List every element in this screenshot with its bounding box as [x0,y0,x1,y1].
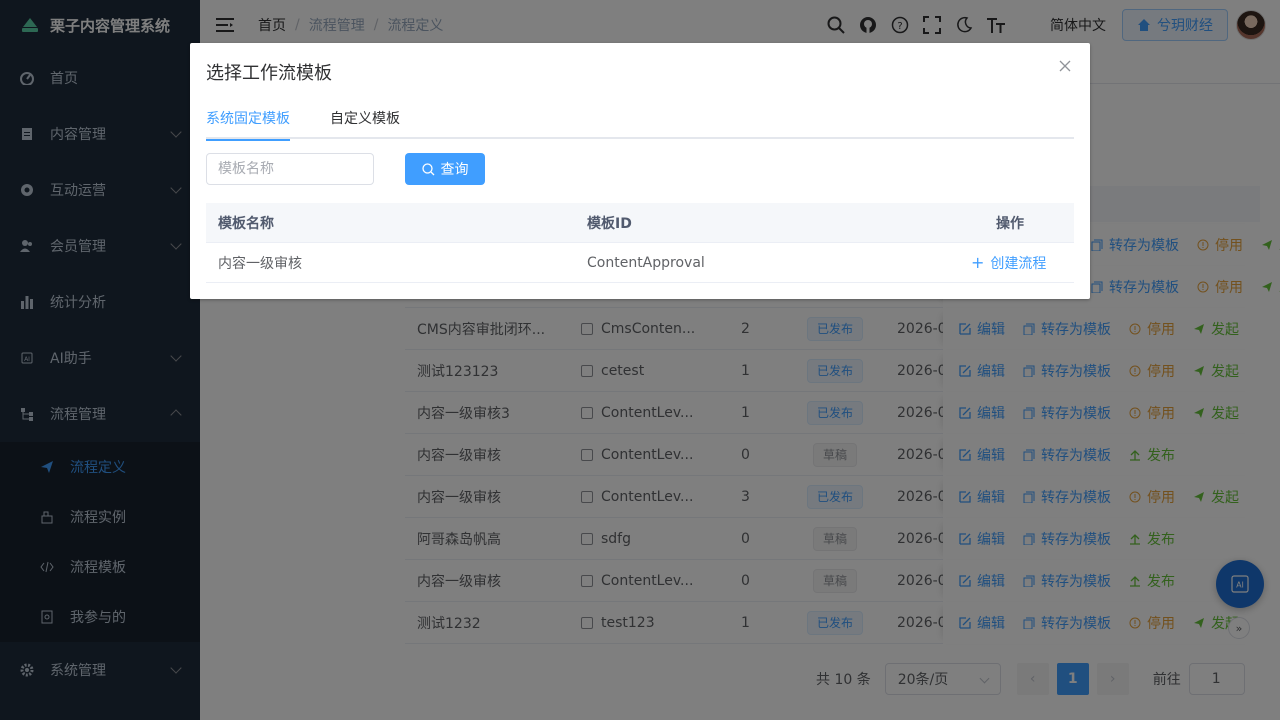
column-header-name: 模板名称 [218,215,274,232]
query-button[interactable]: 查询 [405,153,485,185]
dialog-title: 选择工作流模板 [206,63,332,84]
column-header-action: 操作 [996,215,1024,232]
column-header-id: 模板ID [587,215,632,232]
create-process-label: 创建流程 [990,255,1047,272]
create-process-button[interactable]: + 创建流程 [971,253,1046,273]
template-name-input[interactable] [206,153,374,185]
close-icon[interactable] [1058,59,1072,73]
tab-system-templates[interactable]: 系统固定模板 [206,107,290,141]
table-row: 内容一级审核 ContentApproval + 创建流程 [206,243,1074,283]
query-button-label: 查询 [440,162,469,178]
plus-icon: + [971,252,985,272]
template-table: 模板名称 模板ID 操作 内容一级审核 ContentApproval + 创建… [206,203,1074,283]
template-name-cell: 内容一级审核 [218,255,302,272]
search-icon [421,162,434,175]
template-tabs: 系统固定模板 自定义模板 [206,107,1074,141]
tab-custom-templates[interactable]: 自定义模板 [330,107,400,139]
template-table-header: 模板名称 模板ID 操作 [206,203,1074,243]
select-template-dialog: 选择工作流模板 系统固定模板 自定义模板 查询 模板名称 模板ID 操作 内容一… [190,43,1090,299]
template-id-cell: ContentApproval [587,254,705,271]
